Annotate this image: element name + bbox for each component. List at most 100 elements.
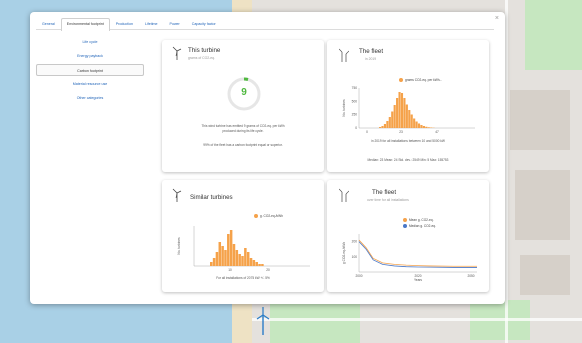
description-line: produced during its life cycle.: [222, 129, 264, 133]
building-block: [515, 170, 570, 240]
tab-bar: General Environmental footprint Producti…: [36, 18, 494, 31]
x-tick-label: 20: [266, 268, 270, 272]
y-tick-label: 200: [352, 240, 358, 244]
histogram-bar: [221, 246, 224, 266]
histogram-bar: [244, 248, 247, 266]
histogram-bar: [215, 252, 219, 266]
legend-label: g. CO2-eq./kWh: [260, 214, 283, 218]
legend-label: grams CO2-eq. per kWh...: [405, 78, 443, 82]
card-title: Similar turbines: [190, 194, 233, 201]
x-tick-label: 0: [366, 130, 368, 134]
wind-farm-icon: [339, 48, 349, 62]
histogram-bar: [413, 118, 416, 128]
y-axis-label: g CO2-eq./kWh: [342, 242, 346, 264]
histogram-bar: [427, 127, 430, 128]
x-tick-label: 2050: [467, 274, 474, 278]
wind-turbine-marker-icon[interactable]: [256, 306, 270, 336]
y-tick-label: 500: [352, 99, 358, 103]
histogram-bar: [383, 124, 387, 128]
histogram-bar: [393, 105, 396, 128]
card-title: This turbine: [188, 47, 221, 54]
chart-caption: in 2019 for all installations between 10…: [371, 139, 445, 143]
series-line: [358, 239, 477, 267]
building-block: [510, 90, 570, 150]
sidenav-item-material-resource-use[interactable]: Material resource use: [36, 78, 144, 90]
histogram-bar: [227, 234, 230, 266]
chart-stats: Median: 23 Mean: 24 Std. dev.: 2549 Min:…: [367, 158, 449, 162]
sidenav-item-carbon-footprint[interactable]: Carbon footprint: [36, 64, 144, 76]
y-axis-label: No. turbines: [342, 99, 346, 117]
histogram-bar: [422, 126, 425, 128]
histogram-bar: [400, 93, 404, 128]
histogram-bar: [430, 127, 433, 128]
histogram-bar: [229, 230, 233, 266]
histogram-bar: [255, 262, 258, 266]
tab-environmental-footprint[interactable]: Environmental footprint: [60, 18, 110, 31]
histogram-bar: [218, 242, 222, 266]
tab-capacity-factor[interactable]: Capacity factor: [186, 18, 222, 30]
card-title: The fleet: [372, 189, 397, 196]
histogram-bar: [425, 126, 428, 128]
card-fleet: The fleet in 2019 grams CO2-eq. per kWh.…: [327, 40, 489, 172]
x-tick-label: 47: [435, 130, 439, 134]
y-tick-label: 750: [352, 86, 358, 90]
histogram-bar: [388, 117, 391, 128]
legend-label: Mean g. CO2-eq.: [409, 218, 434, 222]
sidenav-item-life-cycle[interactable]: Life cycle: [36, 36, 144, 48]
card-similar-turbines: Similar turbines g. CO2-eq./kWh No. turb…: [162, 180, 324, 292]
histogram-bar: [391, 111, 394, 128]
histogram-bar: [238, 254, 241, 266]
y-axis-label: No. turbines: [177, 237, 181, 255]
legend-mean[interactable]: Mean g. CO2-eq.: [403, 218, 433, 222]
tab-power[interactable]: Power: [164, 18, 186, 30]
similar-histogram-chart: No. turbines 10 20: [177, 226, 310, 272]
tab-production[interactable]: Production: [110, 18, 139, 30]
fleet-histogram-chart: No. turbines 750 500 250 0 0 23 47: [342, 86, 475, 134]
histogram-bar: [232, 244, 236, 266]
legend-marker: [399, 78, 403, 82]
histogram-bar: [235, 250, 239, 266]
tab-lifetime[interactable]: Lifetime: [139, 18, 164, 30]
sidenav-item-other-categories[interactable]: Other categories: [36, 92, 144, 104]
legend-marker: [403, 218, 407, 222]
chart-legend[interactable]: grams CO2-eq. per kWh...: [399, 78, 442, 82]
histogram-bar: [403, 98, 406, 128]
card-this-turbine: This turbine grams of CO2-eq. 9 This win…: [162, 40, 324, 172]
series-line: [358, 241, 477, 268]
description-line: This wind turbine has emitted 9 grams of…: [201, 124, 285, 128]
histogram-bar: [398, 92, 401, 128]
histogram-bar: [224, 250, 227, 266]
road: [252, 318, 582, 321]
wind-turbine-icon: [172, 46, 182, 60]
histogram-bar: [261, 264, 264, 266]
histogram-bar: [210, 262, 213, 266]
histogram-bar: [246, 252, 250, 266]
sidenav-item-energy-payback[interactable]: Energy payback: [36, 50, 144, 62]
gauge-value: 9: [241, 87, 247, 98]
close-icon[interactable]: ×: [495, 15, 499, 22]
chart-legend[interactable]: g. CO2-eq./kWh: [254, 214, 283, 218]
histogram-bar: [379, 127, 382, 128]
turbine-info-modal: × General Environmental footprint Produc…: [30, 12, 505, 304]
histogram-bar: [420, 125, 423, 128]
wind-turbine-icon: [172, 188, 182, 202]
y-tick-label: 100: [352, 255, 358, 259]
side-navigation: Life cycle Energy payback Carbon footpri…: [36, 36, 144, 106]
x-tick-label: 2000: [355, 274, 362, 278]
histogram-bar: [258, 264, 261, 266]
histogram-bar: [386, 121, 389, 128]
histogram-bar: [410, 114, 413, 128]
description-note: 99% of the fleet has a carbon footprint …: [203, 143, 283, 147]
histogram-bar: [405, 104, 408, 128]
card-title: The fleet: [359, 48, 384, 55]
histogram-bar: [252, 260, 256, 266]
fleet-time-line-chart: g CO2-eq./kWh2001002000 2020 2050Years: [342, 234, 477, 282]
tab-general[interactable]: General: [36, 18, 61, 30]
histogram-bar: [241, 256, 244, 266]
y-tick-label: 250: [352, 113, 358, 117]
x-tick-label: 10: [228, 268, 232, 272]
road: [505, 0, 508, 343]
legend-marker: [254, 214, 258, 218]
wind-farm-icon: [339, 188, 349, 202]
park-area: [270, 300, 360, 343]
